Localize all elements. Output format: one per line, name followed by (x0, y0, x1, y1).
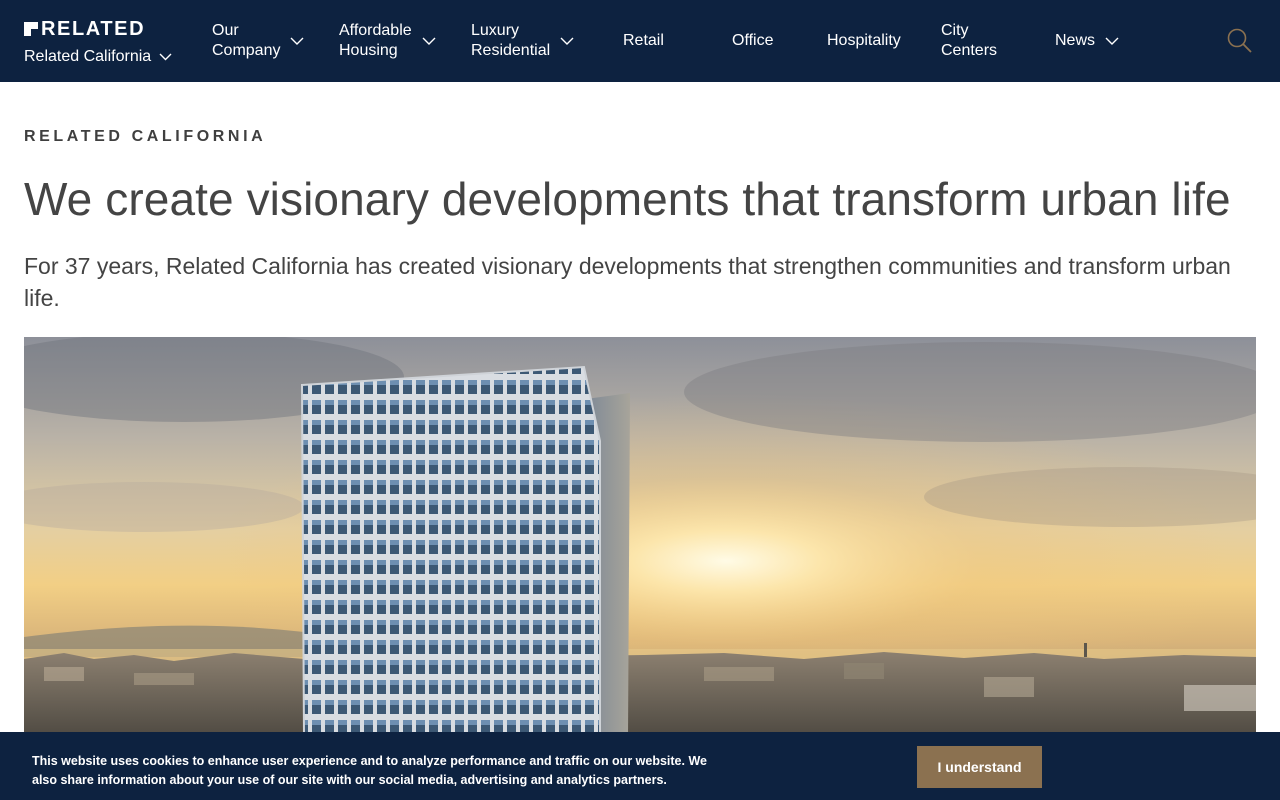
region-label: Related California (24, 48, 152, 65)
nav-item-label: Office (732, 32, 774, 49)
nav-item-hospitality[interactable]: Hospitality (827, 20, 901, 62)
logo-mark-icon (24, 22, 38, 36)
intro-paragraph: For 37 years, Related California has cre… (24, 253, 1231, 311)
nav-item-our-company[interactable]: Our Company (212, 20, 304, 62)
nav-item-city-centers[interactable]: City Centers (941, 20, 997, 62)
cookie-message: This website uses cookies to enhance use… (32, 754, 707, 787)
nav-item-label: Affordable Housing (339, 22, 412, 59)
search-button[interactable] (1226, 27, 1254, 55)
accept-cookies-button[interactable]: I understand (917, 746, 1042, 788)
chevron-down-icon (159, 53, 172, 61)
region-selector[interactable]: Related California (24, 48, 172, 66)
page-headline: We create visionary developments that tr… (24, 173, 1231, 225)
section-eyebrow: RELATED CALIFORNIA (24, 128, 267, 145)
nav-item-label: Luxury Residential (471, 22, 551, 59)
search-icon (1227, 28, 1252, 53)
nav-item-retail[interactable]: Retail (623, 20, 664, 62)
nav-item-label: Retail (623, 32, 664, 49)
chevron-down-icon (1105, 37, 1119, 45)
nav-item-office[interactable]: Office (732, 20, 774, 62)
site-header: RELATED Related California Our Company A… (0, 0, 1280, 82)
cookie-banner: This website uses cookies to enhance use… (0, 732, 1280, 800)
chevron-down-icon (290, 37, 304, 45)
hero-image (24, 337, 1256, 737)
nav-item-label: News (1055, 32, 1096, 49)
site-logo[interactable]: RELATED (24, 18, 172, 40)
nav-item-luxury-residential[interactable]: Luxury Residential (471, 20, 574, 62)
chevron-down-icon (560, 37, 574, 45)
brand: RELATED Related California (24, 18, 172, 66)
nav-item-label: Our Company (212, 22, 281, 59)
nav-item-label: City Centers (941, 22, 998, 59)
chevron-down-icon (422, 37, 436, 45)
nav-item-affordable-housing[interactable]: Affordable Housing (339, 20, 436, 62)
nav-item-news[interactable]: News (1055, 20, 1119, 62)
hero-illustration (24, 337, 1256, 737)
nav-item-label: Hospitality (827, 32, 901, 49)
logo-text: RELATED (41, 18, 146, 40)
